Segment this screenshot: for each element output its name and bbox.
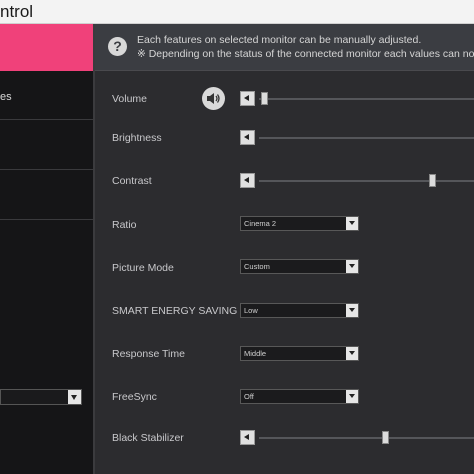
sidebar-item[interactable] <box>0 121 93 170</box>
ratio-label: Ratio <box>112 219 137 231</box>
ratio-value: Cinema 2 <box>244 219 277 228</box>
main-panel: ? Each features on selected monitor can … <box>95 24 474 474</box>
black-stabilizer-slider-thumb[interactable] <box>382 431 389 444</box>
info-bar: ? Each features on selected monitor can … <box>95 24 474 71</box>
response-time-label: Response Time <box>112 348 185 360</box>
chevron-down-icon[interactable] <box>346 217 358 230</box>
smart-energy-saving-select[interactable]: Low <box>240 303 359 318</box>
brightness-slider-track[interactable] <box>259 137 474 139</box>
volume-slider-thumb[interactable] <box>261 92 268 105</box>
black-stabilizer-slider-track[interactable] <box>259 437 474 439</box>
picture-mode-value: Custom <box>244 262 270 271</box>
picture-mode-select[interactable]: Custom <box>240 259 359 274</box>
response-time-value: Middle <box>244 349 267 358</box>
sidebar-item-label: es <box>0 91 12 103</box>
freesync-value: Off <box>244 392 254 401</box>
contrast-slider-thumb[interactable] <box>429 174 436 187</box>
sidebar-dropdown[interactable] <box>0 389 82 405</box>
chevron-down-icon[interactable] <box>68 390 81 404</box>
black-stabilizer-decrease-button[interactable] <box>240 430 255 445</box>
brightness-label: Brightness <box>112 132 162 144</box>
volume-label: Volume <box>112 93 148 105</box>
volume-decrease-button[interactable] <box>240 91 255 106</box>
black-stabilizer-label: Black Stabilizer <box>112 432 184 444</box>
picture-mode-label: Picture Mode <box>112 262 174 274</box>
smart-energy-saving-label: SMART ENERGY SAVING <box>112 305 238 317</box>
contrast-label: Contrast <box>112 175 152 187</box>
chevron-down-icon[interactable] <box>346 347 358 360</box>
window-title: ntrol <box>0 2 34 21</box>
title-bar: ntrol <box>0 0 474 24</box>
info-text-line1: Each features on selected monitor can be… <box>137 34 422 46</box>
smart-energy-saving-value: Low <box>244 306 258 315</box>
info-text-line2: ※ Depending on the status of the connect… <box>137 48 474 60</box>
question-icon: ? <box>108 37 127 56</box>
chevron-down-icon[interactable] <box>346 260 358 273</box>
sidebar-item[interactable] <box>0 171 93 220</box>
sidebar-item-active[interactable]: es <box>0 71 93 120</box>
sidebar: es <box>0 24 93 474</box>
chevron-down-icon[interactable] <box>346 304 358 317</box>
speaker-icon[interactable] <box>202 87 225 110</box>
contrast-decrease-button[interactable] <box>240 173 255 188</box>
sidebar-header <box>0 24 93 71</box>
freesync-label: FreeSync <box>112 391 157 403</box>
volume-slider-track[interactable] <box>259 98 474 100</box>
chevron-down-icon[interactable] <box>346 390 358 403</box>
freesync-select[interactable]: Off <box>240 389 359 404</box>
response-time-select[interactable]: Middle <box>240 346 359 361</box>
brightness-decrease-button[interactable] <box>240 130 255 145</box>
contrast-slider-track[interactable] <box>259 180 474 182</box>
ratio-select[interactable]: Cinema 2 <box>240 216 359 231</box>
